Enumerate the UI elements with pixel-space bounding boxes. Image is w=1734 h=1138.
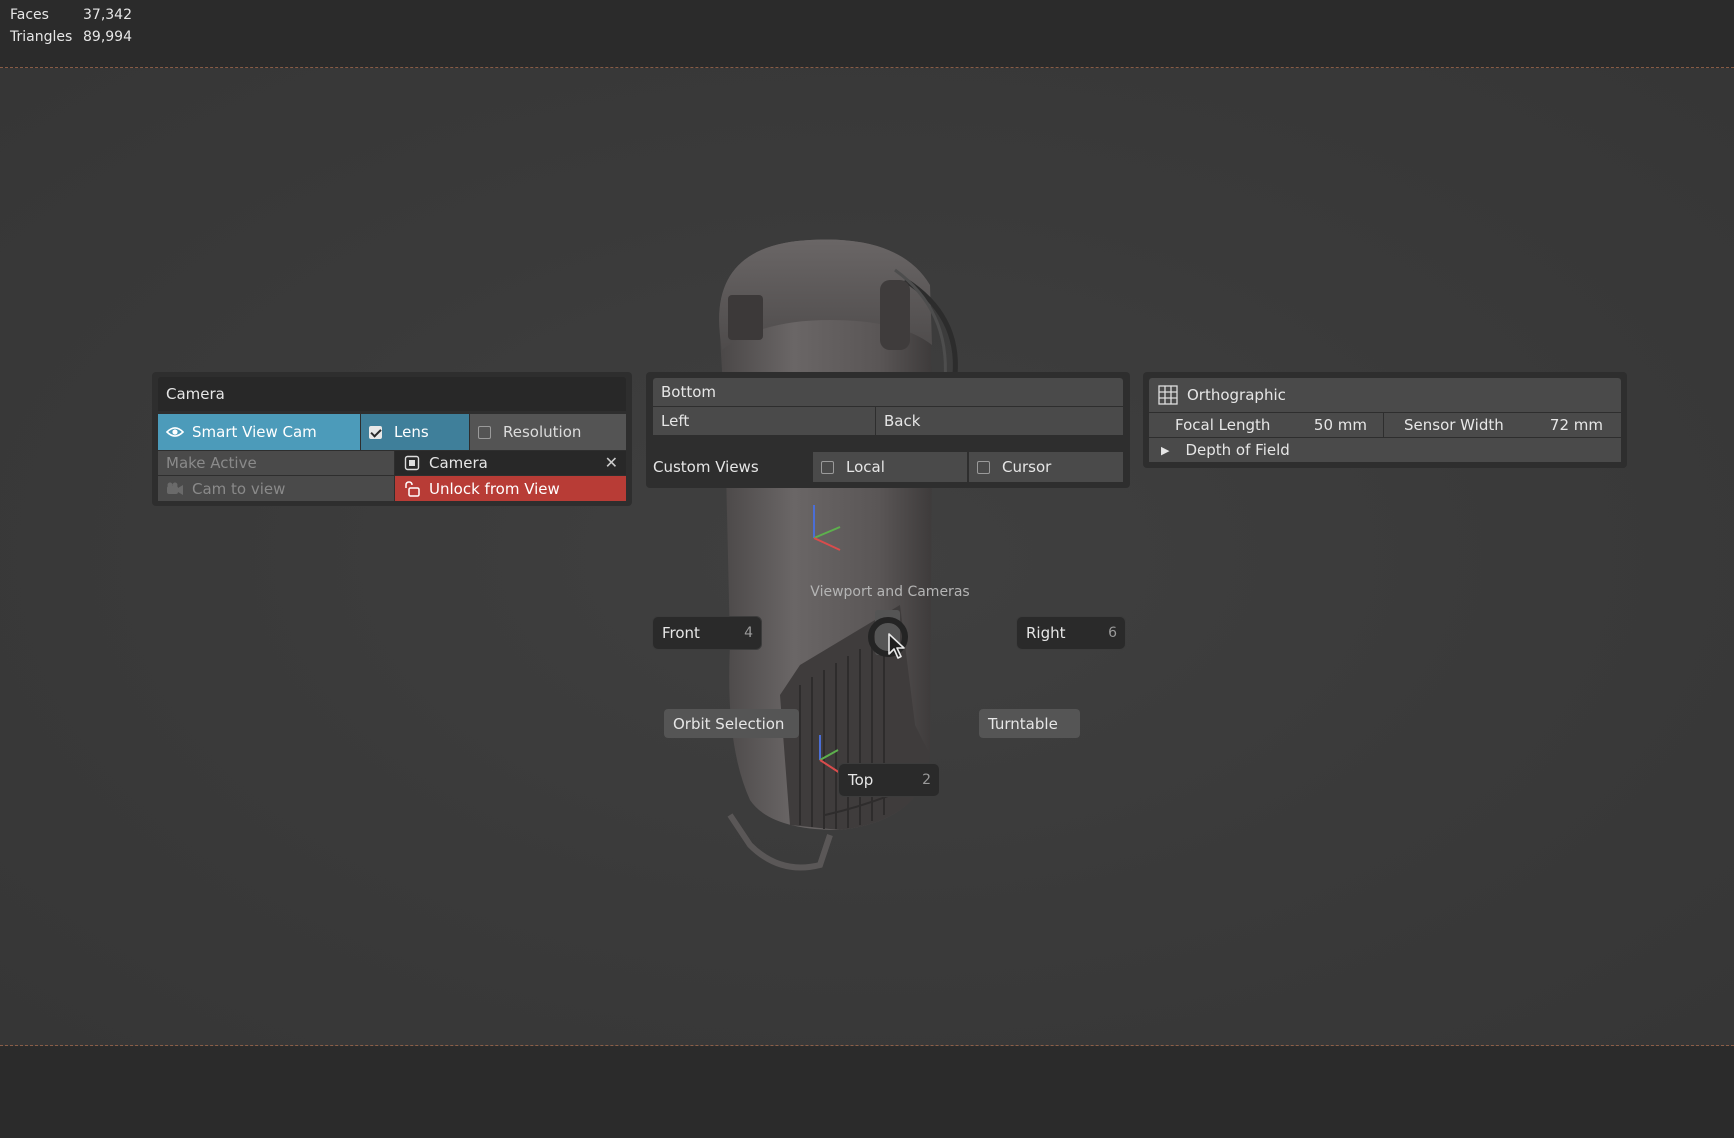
lens-checkbox[interactable]	[369, 425, 382, 439]
view-front-shortcut: 4	[744, 625, 753, 641]
custom-views-text: Custom Views	[653, 458, 759, 476]
camera-selector-field[interactable]: Camera ✕	[395, 451, 626, 475]
grid-icon	[1157, 384, 1179, 406]
depth-of-field-section[interactable]: ▶ Depth of Field	[1149, 438, 1621, 462]
resolution-label: Resolution	[503, 423, 582, 441]
unlock-from-view-button[interactable]: Unlock from View	[395, 476, 626, 501]
viewport-top-border	[0, 67, 1734, 68]
cursor-label: Cursor	[1002, 458, 1052, 476]
view-bottom-label: Bottom	[661, 383, 717, 401]
view-front-button[interactable]: Front 4	[652, 616, 762, 650]
camera-view-icon	[166, 480, 184, 498]
cam-to-view-button[interactable]: Cam to view	[158, 476, 394, 501]
mouse-pointer-icon	[888, 633, 905, 659]
local-checkbox[interactable]	[821, 460, 834, 474]
lens-panel: Orthographic Focal Length 50 mm Sensor W…	[1143, 372, 1627, 468]
make-active-label: Make Active	[166, 454, 257, 472]
resolution-checkbox[interactable]	[478, 425, 491, 439]
sensor-width-field[interactable]: Sensor Width 72 mm	[1384, 413, 1621, 437]
custom-views-label: Custom Views	[646, 452, 806, 482]
lens-toggle[interactable]: Lens	[361, 414, 469, 450]
clear-camera-icon[interactable]: ✕	[605, 453, 618, 472]
camera-panel: Camera Smart View Cam Lens Resolution Ma…	[152, 372, 632, 506]
scene-statistics: Faces 37,342 Triangles 89,994	[10, 4, 132, 48]
viewport-bottom-border	[0, 1045, 1734, 1046]
view-left-button[interactable]: Left	[653, 407, 875, 435]
unlock-icon	[403, 480, 421, 498]
view-front-label: Front	[662, 624, 700, 642]
expand-triangle-icon[interactable]: ▶	[1161, 444, 1169, 457]
camera-panel-title: Camera	[166, 385, 225, 403]
bottom-bar	[0, 1046, 1734, 1138]
pie-menu-title: Viewport and Cameras	[810, 584, 970, 600]
lens-label: Lens	[394, 423, 429, 441]
view-right-shortcut: 6	[1108, 625, 1117, 641]
top-header-bar	[0, 0, 1734, 68]
focal-length-label: Focal Length	[1175, 416, 1271, 434]
view-right-button[interactable]: Right 6	[1016, 616, 1126, 650]
camera-panel-header: Camera	[158, 377, 626, 411]
cursor-checkbox[interactable]	[977, 460, 990, 474]
sensor-width-label: Sensor Width	[1404, 416, 1504, 434]
faces-label: Faces	[10, 7, 49, 23]
camera-object-icon	[403, 454, 421, 472]
depth-of-field-label: Depth of Field	[1185, 441, 1290, 459]
smart-view-cam-label: Smart View Cam	[192, 423, 317, 441]
turntable-label: Turntable	[988, 714, 1058, 733]
local-toggle[interactable]: Local	[813, 452, 967, 482]
view-back-label: Back	[884, 412, 921, 430]
triangles-value: 89,994	[83, 29, 132, 45]
orthographic-label: Orthographic	[1187, 386, 1286, 404]
turntable-button[interactable]: Turntable	[979, 709, 1080, 738]
orthographic-toggle[interactable]: Orthographic	[1149, 378, 1621, 412]
orbit-selection-label: Orbit Selection	[673, 714, 785, 733]
eye-icon	[166, 423, 184, 441]
triangles-label: Triangles	[10, 29, 73, 45]
view-bottom-button[interactable]: Bottom	[653, 378, 1123, 406]
view-top-button[interactable]: Top 2	[838, 763, 940, 797]
focal-length-value: 50 mm	[1313, 416, 1367, 434]
orbit-selection-button[interactable]: Orbit Selection	[664, 709, 799, 738]
view-right-label: Right	[1026, 624, 1066, 642]
sensor-width-value: 72 mm	[1549, 416, 1603, 434]
make-active-button[interactable]: Make Active	[158, 451, 394, 475]
view-top-label: Top	[848, 771, 874, 789]
smart-view-cam-button[interactable]: Smart View Cam	[158, 414, 360, 450]
focal-length-field[interactable]: Focal Length 50 mm	[1149, 413, 1383, 437]
unlock-from-view-label: Unlock from View	[429, 479, 560, 498]
cursor-toggle[interactable]: Cursor	[969, 452, 1123, 482]
view-left-label: Left	[661, 412, 690, 430]
resolution-toggle[interactable]: Resolution	[470, 414, 626, 450]
cam-to-view-label: Cam to view	[192, 479, 286, 498]
camera-field-value: Camera	[429, 454, 488, 472]
faces-value: 37,342	[83, 7, 132, 23]
view-back-button[interactable]: Back	[876, 407, 1123, 435]
local-label: Local	[846, 458, 885, 476]
view-top-shortcut: 2	[922, 772, 931, 788]
views-panel: Bottom Left Back Custom Views Local Curs…	[646, 372, 1130, 488]
